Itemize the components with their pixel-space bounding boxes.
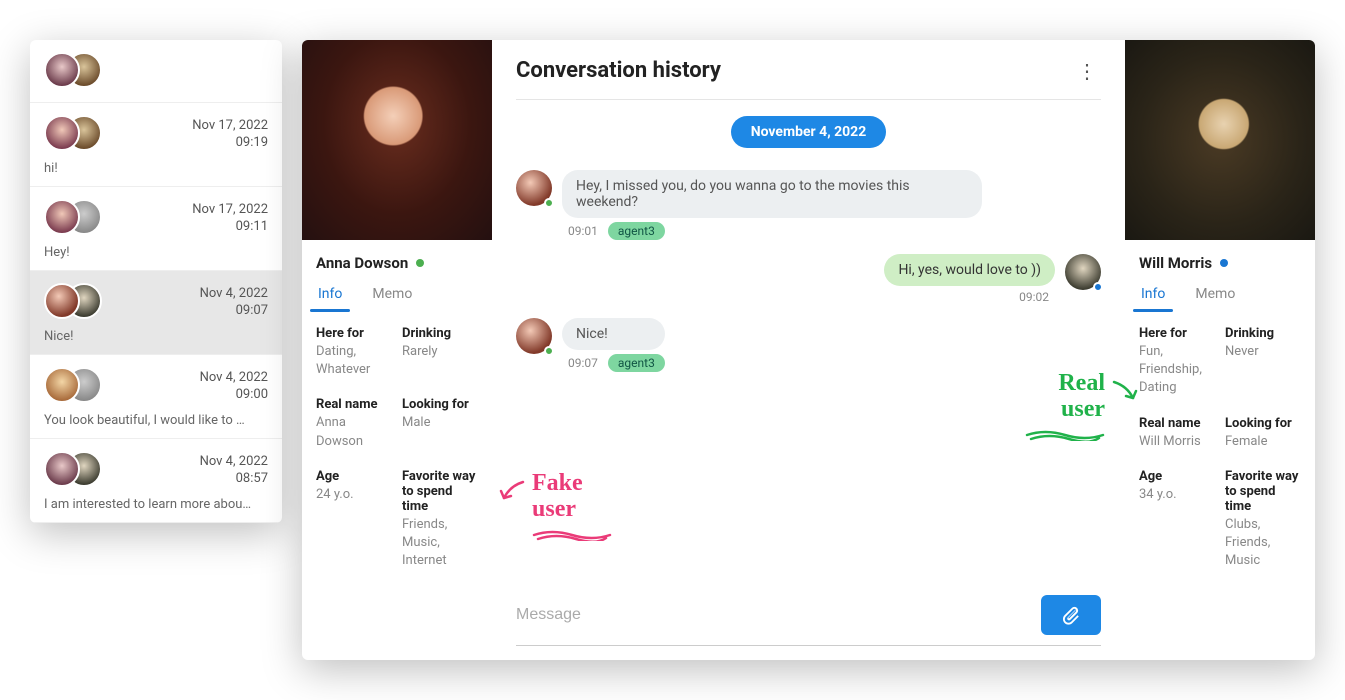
conversation-preview: Hey! <box>44 245 268 260</box>
message-bubble: Nice! <box>562 318 665 350</box>
tab-info[interactable]: Info <box>316 282 344 312</box>
message-bubble: Hey, I missed you, do you wanna go to th… <box>562 170 982 218</box>
message-time: 09:07 <box>568 356 598 370</box>
conversation-item[interactable] <box>30 40 282 103</box>
profile-tabs: Info Memo <box>1139 282 1301 312</box>
date-separator: November 4, 2022 <box>731 116 887 148</box>
avatar-pair <box>44 52 106 92</box>
conversation-item[interactable]: Nov 4, 2022 09:00 You look beautiful, I … <box>30 355 282 439</box>
profile-name: Anna Dowson <box>316 254 478 272</box>
tab-info[interactable]: Info <box>1139 282 1167 312</box>
fake-user-profile: Anna Dowson Info Memo Here forDating, Wh… <box>302 40 492 660</box>
more-options-icon[interactable]: ⋮ <box>1073 59 1101 83</box>
profile-info-grid: Here forDating, Whatever DrinkingRarely … <box>316 326 478 570</box>
agent-tag: agent3 <box>608 354 665 372</box>
conversation-datetime: Nov 17, 2022 09:11 <box>192 202 268 236</box>
tab-memo[interactable]: Memo <box>1193 282 1237 312</box>
real-user-profile: Will Morris Info Memo Here forFun, Frien… <box>1125 40 1315 660</box>
paperclip-icon <box>1060 604 1082 626</box>
avatar-icon <box>44 367 80 403</box>
avatar-pair <box>44 115 106 155</box>
avatar-pair <box>44 283 106 323</box>
message-left: Hey, I missed you, do you wanna go to th… <box>516 170 1101 240</box>
main-panel: Anna Dowson Info Memo Here forDating, Wh… <box>302 40 1315 660</box>
conversation-item[interactable]: Nov 17, 2022 09:19 hi! <box>30 103 282 187</box>
conversation-item[interactable]: Nov 17, 2022 09:11 Hey! <box>30 187 282 271</box>
conversation-item[interactable]: Nov 4, 2022 08:57 I am interested to lea… <box>30 439 282 523</box>
conversation-datetime: Nov 17, 2022 09:19 <box>192 118 268 152</box>
avatar-pair <box>44 451 106 491</box>
conversation-datetime: Nov 4, 2022 08:57 <box>200 454 268 488</box>
profile-name: Will Morris <box>1139 254 1301 272</box>
avatar-icon <box>516 318 552 354</box>
tab-memo[interactable]: Memo <box>370 282 414 312</box>
attach-button[interactable] <box>1041 595 1101 635</box>
message-input[interactable] <box>516 606 1027 624</box>
avatar-icon <box>44 115 80 151</box>
avatar-pair <box>44 199 106 239</box>
status-online-icon <box>544 346 554 356</box>
conversation-preview: Nice! <box>44 329 268 344</box>
avatar-icon <box>44 52 80 88</box>
status-online-icon <box>416 259 424 267</box>
profile-photo <box>1125 40 1315 240</box>
profile-tabs: Info Memo <box>316 282 478 312</box>
avatar-pair <box>44 367 106 407</box>
conversation-item-selected[interactable]: Nov 4, 2022 09:07 Nice! <box>30 271 282 355</box>
conversation-preview: You look beautiful, I would like to … <box>44 413 268 428</box>
status-online-icon <box>544 198 554 208</box>
conversation-datetime: Nov 4, 2022 09:07 <box>200 286 268 320</box>
message-left: Nice! 09:07 agent3 <box>516 318 1101 372</box>
avatar-icon <box>44 283 80 319</box>
avatar-icon <box>1065 254 1101 290</box>
conversation-preview: I am interested to learn more abou… <box>44 497 268 512</box>
message-right: Hi, yes, would love to )) 09:02 <box>516 254 1101 304</box>
agent-tag: agent3 <box>608 222 665 240</box>
profile-photo <box>302 40 492 240</box>
avatar-icon <box>516 170 552 206</box>
conversation-datetime: Nov 4, 2022 09:00 <box>200 370 268 404</box>
status-online-icon <box>1093 282 1103 292</box>
chat-area: Conversation history ⋮ November 4, 2022 … <box>492 40 1125 660</box>
conversation-list: Nov 17, 2022 09:19 hi! Nov 17, 2022 09:1… <box>30 40 282 523</box>
avatar-icon <box>44 199 80 235</box>
message-composer <box>516 591 1101 646</box>
message-time: 09:01 <box>568 224 598 238</box>
message-bubble: Hi, yes, would love to )) <box>884 254 1055 286</box>
profile-info-grid: Here forFun, Friendship, Dating Drinking… <box>1139 326 1301 570</box>
status-online-icon <box>1220 259 1228 267</box>
conversation-preview: hi! <box>44 161 268 176</box>
app-root: Nov 17, 2022 09:19 hi! Nov 17, 2022 09:1… <box>30 40 1315 660</box>
chat-title: Conversation history <box>516 58 721 83</box>
avatar-icon <box>44 451 80 487</box>
message-time: 09:02 <box>1019 290 1049 304</box>
